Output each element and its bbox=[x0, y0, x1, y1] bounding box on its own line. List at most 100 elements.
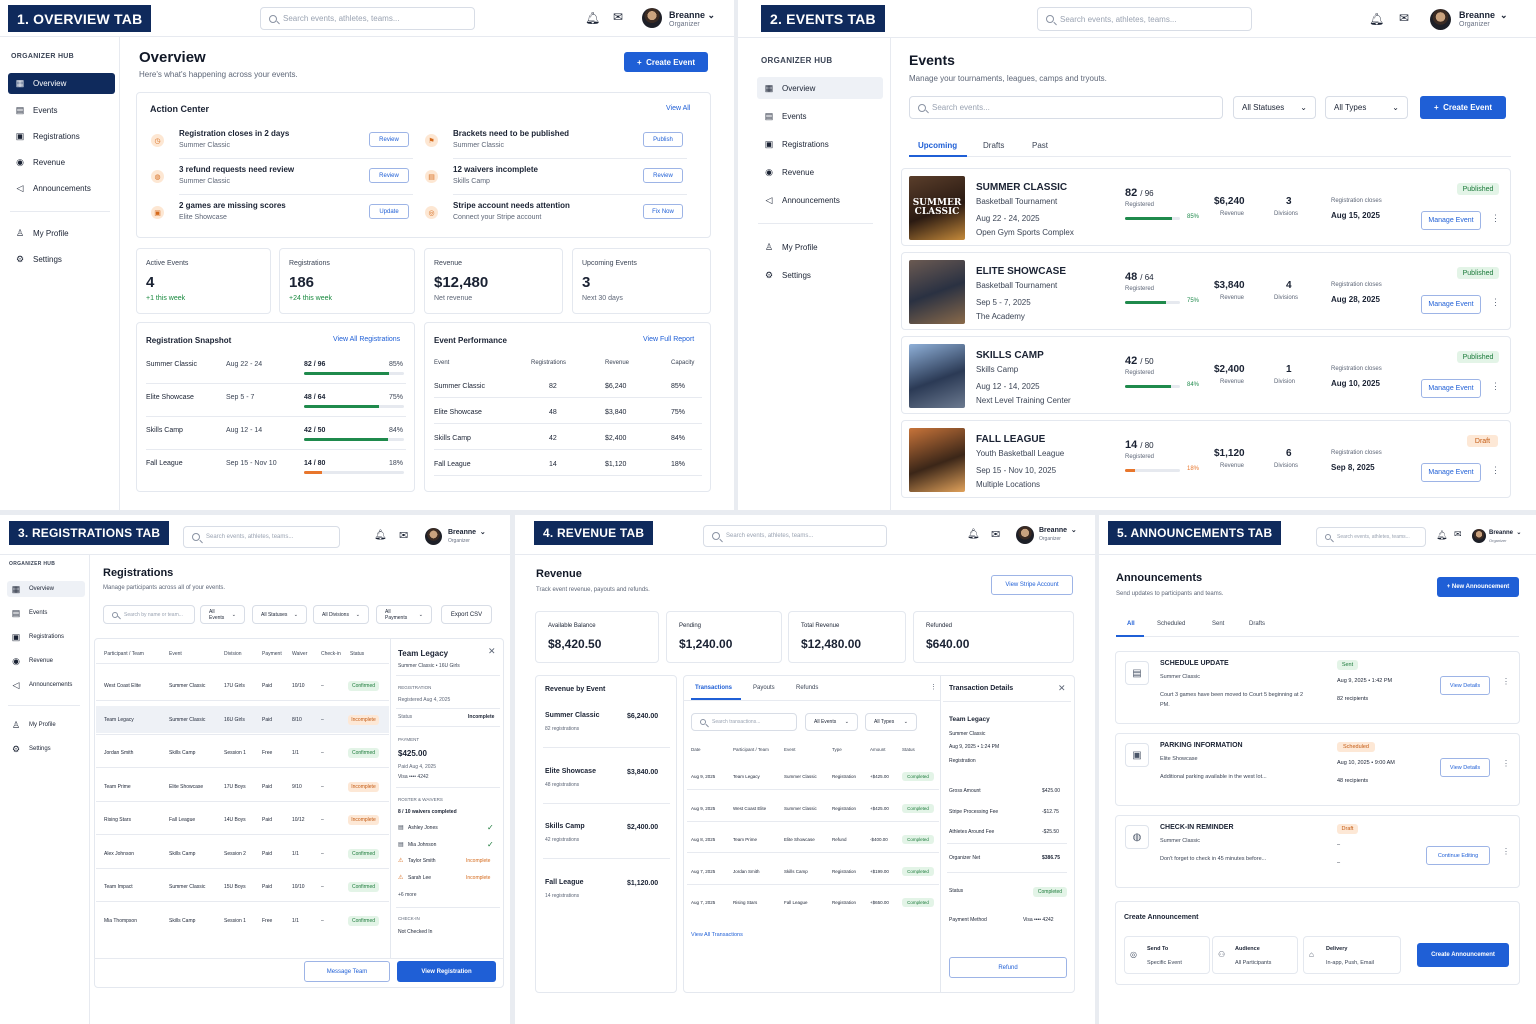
more-icon[interactable]: ⋮ bbox=[1491, 213, 1500, 224]
nav-overview[interactable]: ▦ Overview bbox=[7, 581, 85, 597]
more-icon[interactable]: ⋮ bbox=[1491, 465, 1500, 476]
filter-select[interactable]: All Events ⌄ bbox=[805, 713, 858, 731]
nav-announcements[interactable]: ◁ Announcements bbox=[8, 178, 115, 198]
more-icon[interactable]: ⋮ bbox=[1502, 847, 1510, 856]
mail-icon[interactable]: ✉ bbox=[1399, 11, 1409, 25]
tab-drafts[interactable]: Drafts bbox=[983, 141, 1004, 150]
tab-upcoming[interactable]: Upcoming bbox=[918, 141, 957, 150]
view-all-transactions-link[interactable]: View All Transactions bbox=[691, 932, 743, 938]
nav-registrations[interactable]: ▣ Registrations bbox=[757, 134, 883, 154]
mail-icon[interactable]: ✉ bbox=[613, 10, 623, 24]
transactions-search-input[interactable]: Search transactions... bbox=[691, 713, 797, 731]
action-button[interactable]: Update bbox=[369, 204, 409, 219]
announcement-action-button[interactable]: View Details bbox=[1440, 676, 1490, 695]
nav-settings[interactable]: ⚙ Settings bbox=[7, 741, 85, 757]
nav-registrations[interactable]: ▣ Registrations bbox=[8, 126, 115, 146]
filter-select[interactable]: All Payments ⌄ bbox=[376, 605, 432, 624]
close-icon[interactable]: ✕ bbox=[488, 646, 496, 657]
avatar[interactable] bbox=[642, 8, 662, 28]
bell-icon[interactable]: 🔔︎ bbox=[967, 529, 980, 540]
user-menu[interactable]: Breanne ⌄ Organizer bbox=[1459, 10, 1508, 30]
create-event-button[interactable]: + Create Event bbox=[1420, 96, 1506, 119]
events-search-input[interactable]: Search events... bbox=[909, 96, 1223, 119]
tab-scheduled[interactable]: Scheduled bbox=[1157, 621, 1185, 627]
mail-icon[interactable]: ✉ bbox=[399, 529, 408, 542]
manage-event-button[interactable]: Manage Event bbox=[1421, 295, 1481, 314]
announcement-option[interactable]: ◎ Send To Specific Event bbox=[1124, 936, 1210, 974]
more-icon[interactable]: ⋮ bbox=[1502, 759, 1510, 768]
avatar[interactable] bbox=[425, 528, 442, 545]
new-announcement-button[interactable]: + New Announcement bbox=[1437, 577, 1519, 597]
global-search-input[interactable]: Search events, athletes, teams... bbox=[260, 7, 475, 30]
tab-refunds[interactable]: Refunds bbox=[796, 685, 818, 691]
filter-select[interactable]: All Statuses ⌄ bbox=[252, 605, 307, 624]
manage-event-button[interactable]: Manage Event bbox=[1421, 379, 1481, 398]
view-registration-button[interactable]: View Registration bbox=[397, 961, 496, 982]
more-icon[interactable]: ⋮ bbox=[930, 683, 937, 691]
nav-profile[interactable]: ♙ My Profile bbox=[757, 237, 883, 257]
more-icon[interactable]: ⋮ bbox=[1502, 677, 1510, 686]
create-event-button[interactable]: + Create Event bbox=[624, 52, 708, 72]
tab-past[interactable]: Past bbox=[1032, 141, 1048, 150]
mail-icon[interactable]: ✉ bbox=[991, 528, 1000, 541]
nav-profile[interactable]: ♙ My Profile bbox=[7, 717, 85, 733]
message-team-button[interactable]: Message Team bbox=[304, 961, 390, 982]
action-button[interactable]: Fix Now bbox=[643, 204, 683, 219]
refund-button[interactable]: Refund bbox=[949, 957, 1067, 978]
tab-transactions[interactable]: Transactions bbox=[695, 685, 732, 691]
nav-announcements[interactable]: ◁ Announcements bbox=[7, 677, 85, 693]
nav-overview[interactable]: ▦ Overview bbox=[757, 77, 883, 99]
view-stripe-account-button[interactable]: View Stripe Account bbox=[991, 575, 1073, 595]
bell-icon[interactable]: 🔔︎ bbox=[1436, 530, 1447, 541]
announcement-option[interactable]: ⌂ Delivery In-app, Push, Email bbox=[1303, 936, 1401, 974]
mail-icon[interactable]: ✉ bbox=[1454, 529, 1462, 540]
nav-announcements[interactable]: ◁ Announcements bbox=[757, 190, 883, 210]
nav-profile[interactable]: ♙ My Profile bbox=[8, 223, 115, 243]
filter-select[interactable]: All Divisions ⌄ bbox=[313, 605, 369, 624]
nav-events[interactable]: ▤ Events bbox=[757, 106, 883, 126]
nav-revenue[interactable]: ◉ Revenue bbox=[8, 152, 115, 172]
export-csv-button[interactable]: Export CSV bbox=[441, 605, 492, 624]
announcement-option[interactable]: ⚇ Audience All Participants bbox=[1212, 936, 1298, 974]
status-filter-select[interactable]: All Statuses ⌄ bbox=[1233, 96, 1316, 119]
nav-settings[interactable]: ⚙ Settings bbox=[757, 265, 883, 285]
action-button[interactable]: Review bbox=[369, 132, 409, 147]
bell-icon[interactable]: 🔔︎ bbox=[374, 530, 387, 541]
manage-event-button[interactable]: Manage Event bbox=[1421, 463, 1481, 482]
view-all-registrations-link[interactable]: View All Registrations bbox=[333, 336, 400, 343]
action-button[interactable]: Publish bbox=[643, 132, 683, 147]
tab-drafts[interactable]: Drafts bbox=[1249, 621, 1265, 627]
user-menu[interactable]: Breanne ⌄ Organizer bbox=[448, 529, 486, 545]
tab-all[interactable]: All bbox=[1127, 621, 1135, 627]
global-search-input[interactable]: Search events, athletes, teams... bbox=[1316, 527, 1426, 547]
filter-select[interactable]: All Events ⌄ bbox=[200, 605, 245, 624]
view-full-report-link[interactable]: View Full Report bbox=[643, 336, 694, 343]
close-icon[interactable]: ✕ bbox=[1058, 683, 1066, 694]
avatar[interactable] bbox=[1430, 9, 1451, 30]
user-menu[interactable]: Breanne ⌄ Organizer bbox=[669, 10, 715, 30]
nav-settings[interactable]: ⚙ Settings bbox=[8, 249, 115, 269]
nav-registrations[interactable]: ▣ Registrations bbox=[7, 629, 85, 645]
avatar[interactable] bbox=[1016, 526, 1034, 544]
tab-payouts[interactable]: Payouts bbox=[753, 685, 775, 691]
action-button[interactable]: Review bbox=[643, 168, 683, 183]
manage-event-button[interactable]: Manage Event bbox=[1421, 211, 1481, 230]
registrations-search-input[interactable]: Search by name or team... bbox=[103, 605, 195, 624]
filter-select[interactable]: All Types ⌄ bbox=[865, 713, 917, 731]
nav-overview[interactable]: ▦ Overview bbox=[8, 73, 115, 94]
type-filter-select[interactable]: All Types ⌄ bbox=[1325, 96, 1408, 119]
more-icon[interactable]: ⋮ bbox=[1491, 297, 1500, 308]
bell-icon[interactable]: 🔔︎ bbox=[585, 11, 600, 25]
action-button[interactable]: Review bbox=[369, 168, 409, 183]
announcement-action-button[interactable]: View Details bbox=[1440, 758, 1490, 777]
tab-sent[interactable]: Sent bbox=[1212, 621, 1224, 627]
create-announcement-button[interactable]: Create Announcement bbox=[1417, 943, 1509, 967]
more-icon[interactable]: ⋮ bbox=[1491, 381, 1500, 392]
nav-events[interactable]: ▤ Events bbox=[7, 605, 85, 621]
announcement-action-button[interactable]: Continue Editing bbox=[1426, 846, 1490, 865]
global-search-input[interactable]: Search events, athletes, teams... bbox=[183, 526, 340, 548]
bell-icon[interactable]: 🔔︎ bbox=[1369, 12, 1384, 26]
nav-events[interactable]: ▤ Events bbox=[8, 100, 115, 120]
user-menu[interactable]: Breanne ⌄ Organizer bbox=[1039, 527, 1077, 543]
nav-revenue[interactable]: ◉ Revenue bbox=[7, 653, 85, 669]
